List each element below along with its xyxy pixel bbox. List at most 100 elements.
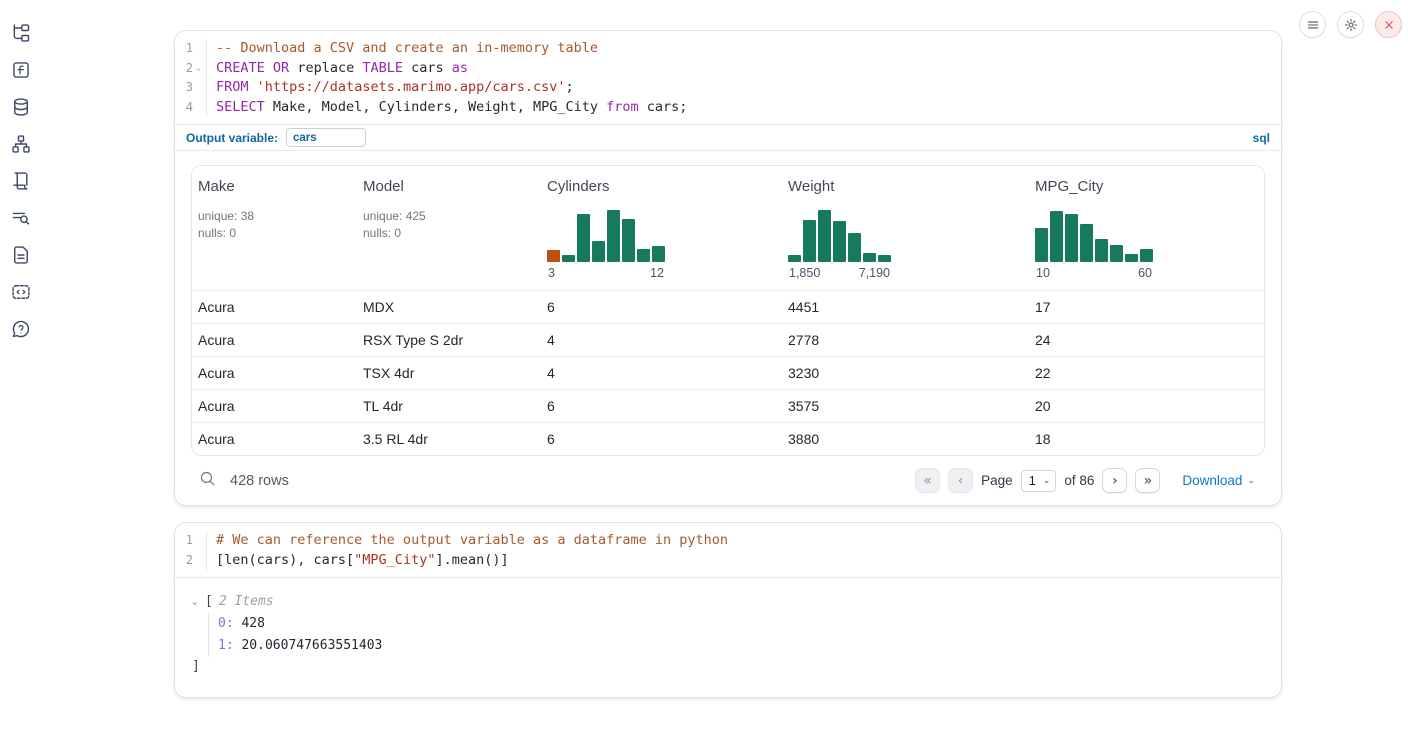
items-count: 2 Items	[219, 591, 274, 613]
column-histogram: 10 60	[1035, 208, 1153, 280]
histogram-bars	[1035, 208, 1153, 262]
pagination: « ‹ Page 1 ⌄ of 86 › »	[915, 468, 1160, 493]
functions-icon[interactable]	[10, 59, 32, 81]
menu-button[interactable]	[1299, 11, 1326, 38]
language-badge: sql	[1253, 131, 1270, 145]
table-cell: 20	[1029, 398, 1264, 414]
sql-code-editor[interactable]: 1-- Download a CSV and create an in-memo…	[175, 31, 1281, 124]
histogram-max-label: 7,190	[859, 266, 890, 280]
histogram-max-label: 60	[1138, 266, 1152, 280]
page-total: of 86	[1064, 473, 1094, 488]
table-cell: 2778	[782, 332, 1029, 348]
histogram-bar	[1080, 224, 1093, 262]
page-select[interactable]: 1 ⌄	[1021, 470, 1057, 492]
download-button[interactable]: Download ⌄	[1182, 473, 1255, 488]
hamburger-icon	[1306, 18, 1320, 32]
table-cell: 6	[541, 398, 782, 414]
documentation-icon[interactable]	[10, 244, 32, 266]
code-line[interactable]: 1-- Download a CSV and create an in-memo…	[175, 39, 1281, 59]
line-number: 2	[179, 551, 193, 571]
histogram-min-label: 10	[1036, 266, 1050, 280]
open-bracket: [	[205, 591, 213, 613]
table-row[interactable]: AcuraTL 4dr6357520	[192, 389, 1264, 422]
histogram-bar	[592, 241, 605, 262]
snippets-icon[interactable]	[10, 170, 32, 192]
code-text[interactable]: CREATE OR replace TABLE cars as	[207, 59, 468, 79]
table-cell: 3230	[782, 365, 1029, 381]
histogram-bar	[1095, 239, 1108, 262]
table-cell: 17	[1029, 299, 1264, 315]
table-cell: 4451	[782, 299, 1029, 315]
prev-page-button[interactable]: ‹	[948, 468, 973, 493]
table-row[interactable]: AcuraMDX6445117	[192, 290, 1264, 323]
first-page-button[interactable]: «	[915, 468, 940, 493]
histogram-bar	[818, 210, 831, 262]
table-cell: 24	[1029, 332, 1264, 348]
table-row[interactable]: AcuraTSX 4dr4323022	[192, 356, 1264, 389]
histogram-bar	[607, 210, 620, 262]
column-histogram: 312	[547, 208, 665, 280]
histogram-min-label: 3	[548, 266, 555, 280]
table-cell: RSX Type S 2dr	[357, 332, 541, 348]
code-text[interactable]: FROM 'https://datasets.marimo.app/cars.c…	[207, 78, 574, 98]
datasets-icon[interactable]	[10, 96, 32, 118]
code-line[interactable]: 2 [len(cars), cars["MPG_City"].mean()]	[175, 551, 1281, 571]
code-line[interactable]: 1# We can reference the output variable …	[175, 531, 1281, 551]
histogram-bar	[652, 246, 665, 262]
table-header: Makeunique: 38nulls: 0Modelunique: 425nu…	[192, 166, 1264, 290]
line-gutter: 1	[175, 531, 207, 551]
code-line[interactable]: 2⌄CREATE OR replace TABLE cars as	[175, 59, 1281, 79]
shutdown-button[interactable]	[1375, 11, 1402, 38]
table-cell: Acura	[192, 431, 357, 447]
code-line[interactable]: 4SELECT Make, Model, Cylinders, Weight, …	[175, 98, 1281, 118]
table-body: AcuraMDX6445117AcuraRSX Type S 2dr427782…	[192, 290, 1264, 455]
table-cell: 18	[1029, 431, 1264, 447]
next-page-button[interactable]: ›	[1102, 468, 1127, 493]
last-page-button[interactable]: »	[1135, 468, 1160, 493]
table-output: Makeunique: 38nulls: 0Modelunique: 425nu…	[175, 151, 1281, 456]
code-text[interactable]: # We can reference the output variable a…	[207, 531, 728, 551]
histogram-bar	[622, 219, 635, 262]
line-number: 2	[179, 59, 193, 79]
line-number: 3	[179, 78, 193, 98]
output-variable-input[interactable]	[286, 128, 366, 147]
entry-value: 20.060747663551403	[241, 638, 382, 653]
histogram-bar	[1140, 249, 1153, 262]
table-column-header[interactable]: Cylinders312	[541, 178, 782, 282]
column-stat: nulls: 0	[363, 225, 541, 242]
table-column-header[interactable]: MPG_City 10 60	[1029, 178, 1264, 282]
help-icon[interactable]	[10, 318, 32, 340]
scratchpad-icon[interactable]	[10, 281, 32, 303]
table-cell: 6	[541, 431, 782, 447]
python-code-editor[interactable]: 1# We can reference the output variable …	[175, 523, 1281, 578]
chevron-down-icon: ⌄	[1247, 475, 1255, 486]
code-line[interactable]: 3 FROM 'https://datasets.marimo.app/cars.…	[175, 78, 1281, 98]
table-column-header[interactable]: Makeunique: 38nulls: 0	[192, 178, 357, 282]
search-icon[interactable]	[199, 470, 216, 492]
code-text[interactable]: -- Download a CSV and create an in-memor…	[207, 39, 598, 59]
settings-button[interactable]	[1337, 11, 1364, 38]
column-name: Model	[363, 178, 541, 198]
list-item: 0: 428	[218, 613, 1265, 635]
code-text[interactable]: [len(cars), cars["MPG_City"].mean()]	[207, 551, 509, 571]
entry-key: 1:	[218, 638, 241, 653]
column-stat: nulls: 0	[198, 225, 357, 242]
table-row[interactable]: AcuraRSX Type S 2dr4277824	[192, 323, 1264, 356]
file-tree-icon[interactable]	[10, 22, 32, 44]
table-cell: 22	[1029, 365, 1264, 381]
collapse-icon[interactable]: ⌄	[192, 591, 205, 613]
column-name: MPG_City	[1035, 178, 1264, 198]
fold-toggle-icon[interactable]: ⌄	[193, 59, 204, 79]
histogram-axis-labels: 10 60	[1035, 266, 1153, 280]
table-cell: 4	[541, 365, 782, 381]
table-cell: Acura	[192, 365, 357, 381]
table-row[interactable]: Acura3.5 RL 4dr6388018	[192, 422, 1264, 455]
histogram-bar	[1035, 228, 1048, 262]
table-column-header[interactable]: Modelunique: 425nulls: 0	[357, 178, 541, 282]
logs-icon[interactable]	[10, 207, 32, 229]
histogram-bar	[788, 255, 801, 262]
code-text[interactable]: SELECT Make, Model, Cylinders, Weight, M…	[207, 98, 687, 118]
dependency-graph-icon[interactable]	[10, 133, 32, 155]
table-column-header[interactable]: Weight1,8507,190	[782, 178, 1029, 282]
histogram-bar	[637, 249, 650, 262]
